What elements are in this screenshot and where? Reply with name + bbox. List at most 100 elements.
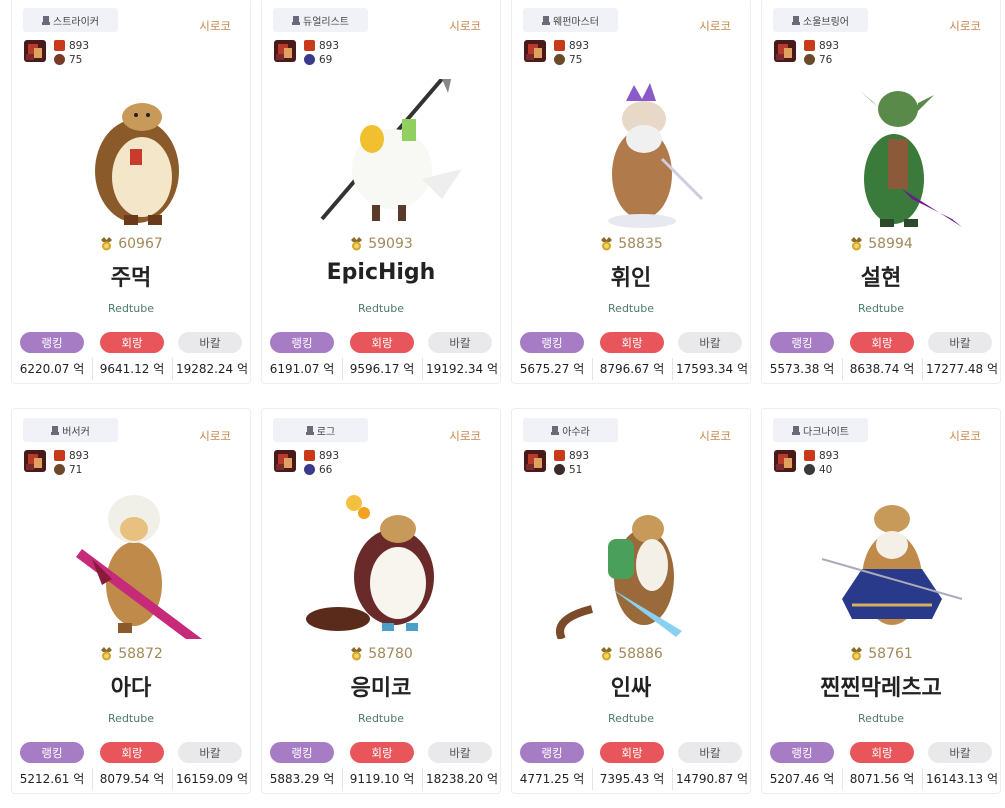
- corridor-button[interactable]: 회랑: [600, 332, 664, 353]
- server-name[interactable]: 시로코: [699, 18, 731, 34]
- corridor-button[interactable]: 회랑: [850, 742, 914, 763]
- character-card[interactable]: 웨펀마스터 시로코 893 75 58835 휘인 Redtube 랭킹 회랑 …: [511, 0, 751, 384]
- stat-icons: 893 75: [24, 40, 104, 72]
- job-class-icon: [551, 425, 560, 435]
- character-card[interactable]: 아수라 시로코 893 51 58886 인싸 Redtube 랭킹 회랑 바칼…: [511, 408, 751, 794]
- corridor-button[interactable]: 회랑: [350, 332, 414, 353]
- character-card[interactable]: 버서커 시로코 893 71 58872 아다 Redtube 랭킹 회랑 바칼…: [11, 408, 251, 794]
- character-name[interactable]: EpicHigh: [262, 260, 500, 285]
- fame-value: 58761: [868, 646, 913, 662]
- adventure-avatar-icon: [24, 450, 46, 472]
- guild-name[interactable]: Redtube: [262, 302, 500, 315]
- corridor-value: 8079.54 억: [99, 772, 165, 786]
- fame-score: 58835: [512, 236, 750, 252]
- ranking-button[interactable]: 랭킹: [770, 742, 834, 763]
- corridor-value: 9119.10 억: [349, 772, 415, 786]
- stat-icons: 893 51: [524, 450, 604, 482]
- character-name[interactable]: 찐찐막레츠고: [762, 670, 1000, 702]
- corridor-button[interactable]: 회랑: [100, 742, 164, 763]
- ranking-tabs: 랭킹 회랑 바칼: [770, 332, 994, 354]
- character-level: 75: [569, 54, 583, 66]
- job-tag: 로그: [273, 418, 368, 442]
- character-name[interactable]: 휘인: [512, 260, 750, 292]
- ranking-button[interactable]: 랭킹: [520, 742, 584, 763]
- fame-value: 58835: [618, 236, 663, 252]
- job-class-icon: [292, 15, 300, 25]
- job-tag: 스트라이커: [23, 8, 118, 32]
- server-name[interactable]: 시로코: [449, 18, 481, 34]
- guild-name[interactable]: Redtube: [12, 712, 250, 725]
- character-sprite: [802, 79, 972, 229]
- damage-values: 5675.27 억 8796.67 억 17593.34 억: [512, 358, 752, 380]
- job-class-icon: [42, 15, 50, 25]
- character-level-icon: [304, 54, 315, 65]
- fame-score: 58994: [762, 236, 1000, 252]
- corridor-button[interactable]: 회랑: [100, 332, 164, 353]
- server-name[interactable]: 시로코: [199, 18, 231, 34]
- character-name[interactable]: 설현: [762, 260, 1000, 292]
- bakal-button[interactable]: 바칼: [928, 742, 992, 763]
- character-card[interactable]: 스트라이커 시로코 893 75 60967 주먹 Redtube 랭킹 회랑 …: [11, 0, 251, 384]
- job-tag: 듀얼리스트: [273, 8, 368, 32]
- ranking-button[interactable]: 랭킹: [520, 332, 584, 353]
- damage-values: 6191.07 억 9596.17 억 19192.34 억: [262, 358, 502, 380]
- ranking-tabs: 랭킹 회랑 바칼: [770, 742, 994, 764]
- character-card[interactable]: 소울브링어 시로코 893 76 58994 설현 Redtube 랭킹 회랑 …: [761, 0, 1001, 384]
- bakal-button[interactable]: 바칼: [178, 332, 242, 353]
- character-name[interactable]: 인싸: [512, 670, 750, 702]
- guild-name[interactable]: Redtube: [12, 302, 250, 315]
- equipment-level: 893: [319, 450, 340, 462]
- adventure-avatar-icon: [24, 40, 46, 62]
- character-level-icon: [554, 54, 565, 65]
- server-name[interactable]: 시로코: [699, 428, 731, 444]
- ranking-button[interactable]: 랭킹: [20, 332, 84, 353]
- fame-score: 58872: [12, 646, 250, 662]
- fame-medal-icon: [851, 647, 863, 661]
- bakal-button[interactable]: 바칼: [428, 332, 492, 353]
- bakal-button[interactable]: 바칼: [928, 332, 992, 353]
- ranking-button[interactable]: 랭킹: [770, 332, 834, 353]
- adventure-avatar-icon: [524, 40, 546, 62]
- equipment-level-icon: [304, 40, 315, 51]
- ranking-button[interactable]: 랭킹: [270, 332, 334, 353]
- corridor-button[interactable]: 회랑: [850, 332, 914, 353]
- equipment-level: 893: [319, 40, 340, 52]
- fame-score: 60967: [12, 236, 250, 252]
- character-card[interactable]: 듀얼리스트 시로코 893 69 59093 EpicHigh Redtube …: [261, 0, 501, 384]
- character-name[interactable]: 주먹: [12, 260, 250, 292]
- server-name[interactable]: 시로코: [949, 428, 981, 444]
- bakal-button[interactable]: 바칼: [178, 742, 242, 763]
- ranking-button[interactable]: 랭킹: [270, 742, 334, 763]
- corridor-button[interactable]: 회랑: [600, 742, 664, 763]
- job-name: 웨펀마스터: [553, 16, 599, 28]
- stat-icons: 893 66: [274, 450, 354, 482]
- adventure-avatar-icon: [774, 450, 796, 472]
- guild-name[interactable]: Redtube: [262, 712, 500, 725]
- guild-name[interactable]: Redtube: [762, 302, 1000, 315]
- character-level-icon: [54, 54, 65, 65]
- job-class-icon: [305, 425, 314, 435]
- guild-name[interactable]: Redtube: [512, 302, 750, 315]
- fame-medal-icon: [601, 647, 613, 661]
- bakal-value: 17593.34 억: [675, 362, 749, 376]
- server-name[interactable]: 시로코: [449, 428, 481, 444]
- character-sprite: [52, 489, 222, 645]
- character-name[interactable]: 아다: [12, 670, 250, 702]
- corridor-button[interactable]: 회랑: [350, 742, 414, 763]
- bakal-button[interactable]: 바칼: [678, 332, 742, 353]
- character-card[interactable]: 로그 시로코 893 66 58780 응미코 Redtube 랭킹 회랑 바칼…: [261, 408, 501, 794]
- character-sprite: [302, 489, 472, 639]
- character-card[interactable]: 다크나이트 시로코 893 40 58761 찐찐막레츠고 Redtube 랭킹…: [761, 408, 1001, 794]
- server-name[interactable]: 시로코: [949, 18, 981, 34]
- server-name[interactable]: 시로코: [199, 428, 231, 444]
- bakal-button[interactable]: 바칼: [678, 742, 742, 763]
- equipment-level-icon: [554, 450, 565, 461]
- equipment-level-icon: [304, 450, 315, 461]
- fame-medal-icon: [851, 237, 863, 251]
- character-name[interactable]: 응미코: [262, 670, 500, 702]
- bakal-button[interactable]: 바칼: [428, 742, 492, 763]
- ranking-button[interactable]: 랭킹: [20, 742, 84, 763]
- guild-name[interactable]: Redtube: [762, 712, 1000, 725]
- ranking-value: 4771.25 억: [519, 772, 585, 786]
- guild-name[interactable]: Redtube: [512, 712, 750, 725]
